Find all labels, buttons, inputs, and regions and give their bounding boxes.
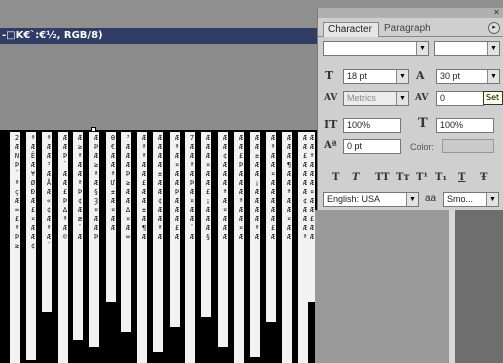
text-strip: ÆÞÆ≥ªÆ§Ȝ¤ÆÆÞ (89, 132, 99, 347)
chevron-down-icon[interactable]: ▼ (487, 42, 499, 55)
font-family-select[interactable] (323, 41, 429, 56)
chevron-down-icon[interactable]: ▼ (406, 193, 418, 206)
text-strip: ÆÆÆ¤ÆÆ£¡ÆÆÆ§ (201, 132, 211, 317)
color-label: Color: (410, 142, 435, 152)
tracking-field[interactable]: 0 (436, 91, 484, 106)
text-strip: ÆªÆ¤ÆÆÞÆÆÆ£Æ (170, 132, 180, 327)
baseline-shift-icon: Aª (324, 140, 337, 151)
tab-character[interactable]: Character (323, 22, 379, 37)
vertical-scale-field[interactable]: 100% (343, 118, 401, 133)
character-panel: ✕ Character Paragraph ▸ ▼ ▼ T 18 pt ▼ A … (317, 8, 503, 210)
background-window (455, 210, 503, 363)
strikethrough-button[interactable]: Ŧ (480, 171, 487, 185)
faux-italic-button[interactable]: T (352, 171, 359, 185)
text-strip: ÆÆ±ÆÆ¡ÆÆÆÆªÆ (250, 132, 260, 357)
pasteboard (0, 44, 330, 130)
text-strip: ÆªÆÆ¤ÆÆÆÆÆ£Æ (266, 132, 276, 322)
tracking-icon: AV (415, 93, 429, 103)
text-strip: ÆÆ£ÆÆÆÆ¢ÆÆÆª (298, 132, 308, 363)
text-strip: 7ÆÆªÆÞÆ¤ÆÆ¨Æ (185, 132, 195, 363)
vertical-scale-icon: IT (324, 118, 338, 131)
text-strip: ³ÆÆÆÞ≥ÆÆ∆¤Æ∞ (121, 132, 131, 332)
text-strip: ªÆÆ³ÆÅÆ«¢ÆªÆ¨ (42, 132, 52, 312)
text-strip: ÆÆÞ¨ÆÆ£Þ∆ªÆ© (58, 132, 68, 363)
underline-button[interactable]: T (458, 171, 465, 185)
horizontal-scale-icon: T (418, 116, 428, 131)
subscript-button[interactable]: T₁ (435, 171, 447, 185)
text-strip: Ɵ€ÆÆªƯ±Æ¤ÆÆ (106, 132, 116, 302)
text-strip: 2ÆNÞ¨ªçÆ≈£ªÞ≥ (10, 132, 20, 363)
text-strip: ªÆËÆ¥ØÐÆ£¤ÆÆ¢ (26, 132, 36, 360)
faux-bold-button[interactable]: T (332, 171, 339, 185)
antialias-icon: aa (425, 193, 437, 204)
text-strip: ÆÆªÆÆÆ¤ÆÆ£ÆÆ (308, 132, 315, 302)
all-caps-button[interactable]: TT (375, 171, 390, 185)
transform-handle-top[interactable] (91, 127, 96, 132)
superscript-button[interactable]: T¹ (416, 171, 428, 185)
text-strip: ÆÆÆ¶ÆÆªÆÆ¤ÆÆ (282, 132, 292, 363)
text-strip: ÆÆ¢ÆÆÆªÆ¤ÆÆÆ (218, 132, 228, 347)
chevron-down-icon[interactable]: ▼ (416, 42, 428, 55)
chevron-down-icon[interactable]: ▼ (396, 92, 408, 105)
chevron-down-icon[interactable]: ▼ (396, 70, 408, 83)
small-caps-button[interactable]: Tт (396, 171, 410, 185)
panel-grip[interactable] (318, 8, 503, 18)
text-strip: Æ≥ªÆÆªÞ¢Ææ¨Æ (73, 132, 83, 340)
tracking-tooltip: Set tracking (483, 91, 503, 105)
kerning-icon: AV (324, 93, 338, 103)
photoshop-workspace: -□K€`:€½, RGB/8) 2ÆNÞ¨ªçÆ≈£ªÞ≥ ªÆËÆ¥ØÐÆ£¤… (0, 0, 503, 363)
text-strip: ÆÆ£ÞÆÆÆªÆÆ¤Æ (234, 132, 244, 363)
font-size-icon: T (325, 69, 334, 82)
color-swatch[interactable] (442, 139, 494, 153)
baseline-shift-field[interactable]: 0 pt (343, 139, 401, 154)
document-canvas[interactable]: 2ÆNÞ¨ªçÆ≈£ªÞ≥ ªÆËÆ¥ØÐÆ£¤ÆÆ¢ ªÆÆ³ÆÅÆ«¢ÆªÆ¨ Æ… (0, 130, 325, 363)
panel-menu-icon[interactable]: ▸ (488, 22, 500, 34)
leading-icon: A (416, 69, 425, 82)
panel-close-icon[interactable]: ✕ (492, 8, 501, 17)
horizontal-scale-field[interactable]: 100% (436, 118, 494, 133)
document-title-bar[interactable]: -□K€`:€½, RGB/8) (0, 28, 330, 44)
text-strip: ÆªªÆÆ£ÆÆ±Æ¶Æ (137, 132, 147, 363)
text-strip: ÆÆÆÆ±ÆÆ¢ÆÆªÆ (153, 132, 163, 352)
chevron-down-icon[interactable]: ▼ (486, 193, 498, 206)
language-select[interactable]: English: USA (323, 192, 419, 207)
tab-paragraph[interactable]: Paragraph (380, 22, 436, 37)
chevron-down-icon[interactable]: ▼ (487, 70, 499, 83)
panel-tabs: Character Paragraph (318, 20, 503, 37)
